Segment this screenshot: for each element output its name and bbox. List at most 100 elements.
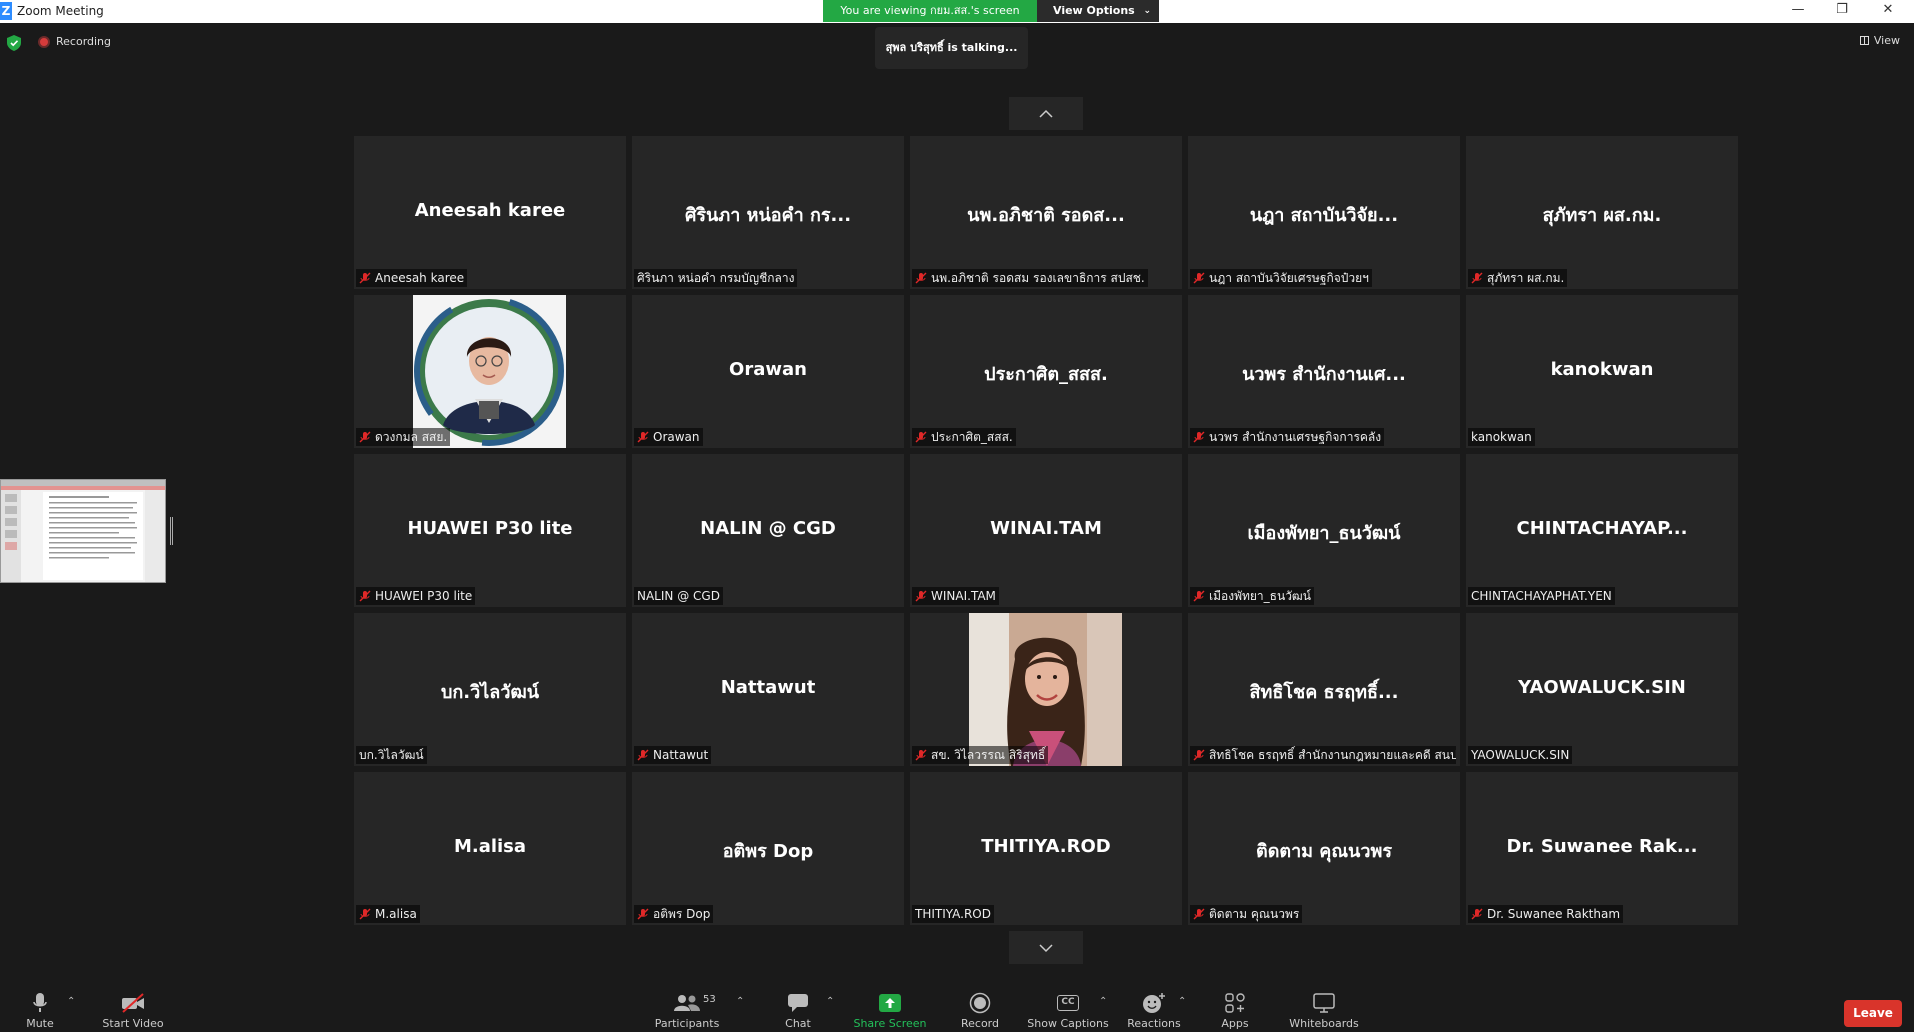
participant-tile[interactable]: ติดตาม คุณนวพร ติดตาม คุณนวพร — [1188, 772, 1460, 925]
participant-name-text: NALIN @ CGD — [637, 589, 720, 603]
participant-tile[interactable]: kanokwan kanokwan — [1466, 295, 1738, 448]
participant-tile[interactable]: WINAI.TAM WINAI.TAM — [910, 454, 1182, 607]
muted-mic-icon — [359, 272, 371, 284]
participant-tile[interactable]: อติพร Dop อติพร Dop — [632, 772, 904, 925]
participant-display-name: THITIYA.ROD — [981, 836, 1111, 857]
participant-name-text: Dr. Suwanee Raktham — [1487, 907, 1621, 921]
participant-tile[interactable]: Aneesah karee Aneesah karee — [354, 136, 626, 289]
participant-display-name: สุภัทรา ผส.กม. — [1542, 205, 1662, 226]
minimize-icon[interactable]: — — [1776, 0, 1820, 22]
page-up-button[interactable] — [1009, 97, 1083, 130]
show-captions-label: Show Captions — [1027, 1017, 1109, 1030]
participant-name-text: Aneesah karee — [375, 271, 465, 285]
participant-display-name: M.alisa — [453, 836, 527, 857]
participant-photo — [969, 613, 1122, 766]
view-options-button[interactable]: View Options ⌄ — [1037, 0, 1159, 22]
apps-button[interactable]: Apps — [1218, 992, 1252, 1030]
encryption-shield-icon[interactable] — [7, 35, 21, 51]
chat-button[interactable]: Chat — [780, 992, 816, 1030]
participant-tile[interactable]: HUAWEI P30 lite HUAWEI P30 lite — [354, 454, 626, 607]
mute-label: Mute — [26, 1017, 54, 1030]
participant-display-name: Aneesah karee — [414, 200, 566, 221]
participant-name-label: ศิรินภา หน่อคำ กรมบัญชีกลาง — [634, 269, 798, 287]
recording-indicator[interactable]: Recording — [38, 35, 111, 48]
participant-tile[interactable]: Nattawut Nattawut — [632, 613, 904, 766]
participant-name-text: CHINTACHAYAPHAT.YEN — [1471, 589, 1612, 603]
reactions-caret-icon[interactable]: ⌃ — [1178, 996, 1186, 1007]
participant-tile[interactable]: สิทธิโชค ธรฤทธิ์... สิทธิโชค ธรฤทธิ์ สำนั… — [1188, 613, 1460, 766]
chat-caret-icon[interactable]: ⌃ — [826, 996, 834, 1007]
captions-caret-icon[interactable]: ⌃ — [1099, 996, 1107, 1007]
participant-name-label: อติพร Dop — [634, 905, 714, 923]
participant-name-text: YAOWALUCK.SIN — [1471, 748, 1570, 762]
participant-name-label: Nattawut — [634, 746, 712, 764]
chevron-down-icon: ⌄ — [1143, 6, 1151, 16]
participant-tile[interactable]: CHINTACHAYAP... CHINTACHAYAPHAT.YEN — [1466, 454, 1738, 607]
muted-mic-icon — [915, 590, 927, 602]
chevron-up-icon — [1039, 109, 1053, 118]
muted-mic-icon — [359, 590, 371, 602]
muted-mic-icon — [359, 431, 371, 443]
participant-name-label: HUAWEI P30 lite — [356, 587, 476, 605]
participant-name-label: NALIN @ CGD — [634, 587, 723, 605]
participant-tile[interactable]: นวพร สำนักงานเศ... นวพร สำนักงานเศรษฐกิจก… — [1188, 295, 1460, 448]
video-off-icon — [122, 993, 144, 1013]
title-bar: Z Zoom Meeting You are viewing กยม.สส.'s… — [0, 0, 1914, 23]
thumbnail-resize-handle[interactable] — [170, 517, 173, 545]
participant-name-text: เมืองพัทยา_ธนวัฒน์ — [1209, 589, 1311, 603]
muted-mic-icon — [359, 908, 371, 920]
participant-tile[interactable]: นพ.อภิชาติ รอดส... นพ.อภิชาติ รอดสม รองเล… — [910, 136, 1182, 289]
participants-label: Participants — [654, 1017, 720, 1030]
participant-tile[interactable]: สข. วิไลวรรณ สิริสุทธิ์ — [910, 613, 1182, 766]
restore-icon[interactable]: ❐ — [1820, 0, 1864, 22]
meeting-toolbar: Mute ⌃ Start Video Participants 53 ⌃ Cha… — [0, 980, 1914, 1032]
start-video-button[interactable]: Start Video — [100, 992, 166, 1030]
participant-tile[interactable]: Orawan Orawan — [632, 295, 904, 448]
mute-button[interactable]: Mute — [22, 992, 58, 1030]
whiteboards-button[interactable]: Whiteboards — [1288, 992, 1360, 1030]
participant-tile[interactable]: Dr. Suwanee Rak... Dr. Suwanee Raktham — [1466, 772, 1738, 925]
window-title: Zoom Meeting — [17, 4, 104, 18]
share-screen-button[interactable]: Share Screen — [852, 992, 928, 1030]
participant-tile[interactable]: ศิรินภา หน่อคำ กร... ศิรินภา หน่อคำ กรมบั… — [632, 136, 904, 289]
participant-tile[interactable]: M.alisa M.alisa — [354, 772, 626, 925]
reactions-button[interactable]: Reactions — [1126, 992, 1182, 1030]
participant-tile[interactable]: NALIN @ CGD NALIN @ CGD — [632, 454, 904, 607]
reactions-label: Reactions — [1127, 1017, 1181, 1030]
muted-mic-icon — [637, 749, 649, 761]
participant-display-name: kanokwan — [1550, 359, 1654, 380]
audio-options-caret-icon[interactable]: ⌃ — [67, 996, 75, 1007]
participant-name-label: นพ.อภิชาติ รอดสม รองเลขาธิการ สปสช. — [912, 269, 1148, 287]
record-button[interactable]: Record — [958, 992, 1002, 1030]
participant-name-label: kanokwan — [1468, 428, 1535, 446]
participant-name-label: THITIYA.ROD — [912, 905, 994, 923]
participant-tile[interactable]: THITIYA.ROD THITIYA.ROD — [910, 772, 1182, 925]
leave-button[interactable]: Leave — [1844, 1000, 1902, 1027]
close-icon[interactable]: ✕ — [1866, 0, 1910, 22]
participant-tile[interactable]: เมืองพัทยา_ธนวัฒน์ เมืองพัทยา_ธนวัฒน์ — [1188, 454, 1460, 607]
participant-tile[interactable]: สุภัทรา ผส.กม. สุภัทรา ผส.กม. — [1466, 136, 1738, 289]
participants-icon — [674, 995, 700, 1011]
participant-tile[interactable]: บก.วิไลวัฒน์ บก.วิไลวัฒน์ — [354, 613, 626, 766]
participant-name-label: Orawan — [634, 428, 703, 446]
participant-tile[interactable]: YAOWALUCK.SIN YAOWALUCK.SIN — [1466, 613, 1738, 766]
participant-name-label: ประกาศิต_สสส. — [912, 428, 1016, 446]
participant-tile[interactable]: ดวงกมล สสย. — [354, 295, 626, 448]
participant-tile[interactable]: นฎา สถาบันวิจัย... นฎา สถาบันวิจัยเศรษฐกิ… — [1188, 136, 1460, 289]
gallery-grid: Aneesah karee Aneesah karee ศิรินภา หน่อคำ… — [354, 136, 1739, 926]
muted-mic-icon — [1471, 908, 1483, 920]
view-button[interactable]: View — [1859, 34, 1900, 47]
muted-mic-icon — [915, 749, 927, 761]
muted-mic-icon — [1193, 590, 1205, 602]
participant-name-text: สุภัทรา ผส.กม. — [1487, 271, 1565, 285]
microphone-icon — [33, 993, 47, 1012]
participant-name-text: สข. วิไลวรรณ สิริสุทธิ์ — [931, 748, 1046, 762]
page-down-button[interactable] — [1009, 931, 1083, 964]
captions-cc-icon: CC — [1057, 995, 1079, 1011]
participants-caret-icon[interactable]: ⌃ — [736, 996, 744, 1007]
shared-screen-thumbnail[interactable] — [0, 479, 166, 583]
show-captions-button[interactable]: CC Show Captions — [1026, 992, 1110, 1030]
participant-name-text: M.alisa — [375, 907, 417, 921]
participant-display-name: HUAWEI P30 lite — [407, 518, 573, 539]
participant-tile[interactable]: ประกาศิต_สสส. ประกาศิต_สสส. — [910, 295, 1182, 448]
